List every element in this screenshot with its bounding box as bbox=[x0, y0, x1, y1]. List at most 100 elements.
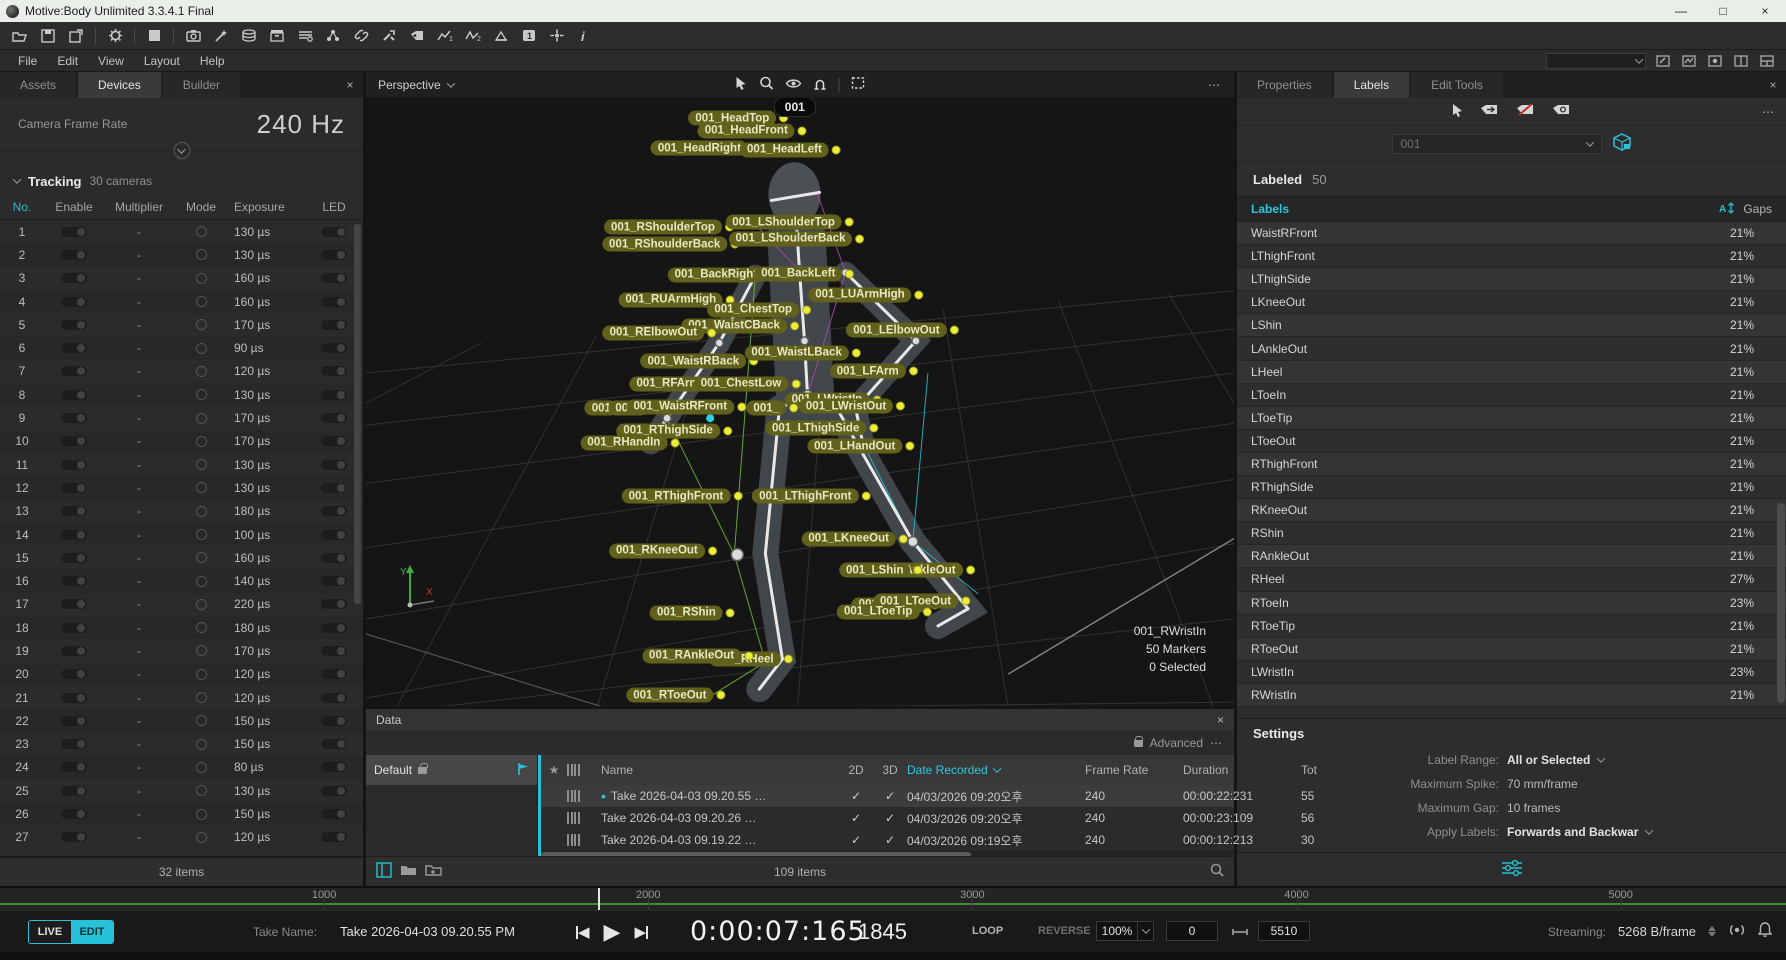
marker-dot-icon[interactable] bbox=[950, 326, 959, 335]
marker-dot-icon[interactable] bbox=[966, 566, 975, 575]
camera-row[interactable]: 26-150 µs bbox=[0, 802, 363, 825]
edit-layout-icon[interactable] bbox=[1654, 53, 1672, 69]
camera-row[interactable]: 6-90 µs bbox=[0, 336, 363, 359]
label-row[interactable]: LToeIn21% bbox=[1237, 384, 1786, 407]
marker-dot-icon[interactable] bbox=[737, 402, 746, 411]
marker-dot-icon[interactable] bbox=[845, 218, 854, 227]
camera-row[interactable]: 15-160 µs bbox=[0, 546, 363, 569]
mode-icon[interactable] bbox=[196, 715, 207, 726]
visibility-eye-icon[interactable] bbox=[786, 78, 802, 92]
led-toggle[interactable] bbox=[321, 343, 347, 353]
camera-row[interactable]: 4-160 µs bbox=[0, 290, 363, 313]
marker-dot-icon[interactable] bbox=[896, 402, 905, 411]
enable-toggle[interactable] bbox=[61, 786, 87, 796]
maximize-button[interactable]: □ bbox=[1702, 0, 1744, 22]
label-settings-sliders-icon[interactable] bbox=[1501, 860, 1523, 879]
led-toggle[interactable] bbox=[321, 366, 347, 376]
enable-toggle[interactable] bbox=[61, 832, 87, 842]
col-name[interactable]: Name bbox=[601, 763, 839, 777]
enable-toggle[interactable] bbox=[61, 623, 87, 633]
data-menu-icon[interactable]: ⋯ bbox=[1210, 736, 1222, 750]
col-total[interactable]: Tot bbox=[1301, 763, 1317, 777]
marker-dot-icon[interactable] bbox=[852, 348, 861, 357]
led-toggle[interactable] bbox=[321, 693, 347, 703]
enable-toggle[interactable] bbox=[61, 227, 87, 237]
tab-devices[interactable]: Devices bbox=[78, 72, 161, 98]
mode-icon[interactable] bbox=[196, 273, 207, 284]
split-rows-icon[interactable] bbox=[1758, 53, 1776, 69]
minimize-button[interactable]: — bbox=[1660, 0, 1702, 22]
folder-icon[interactable] bbox=[400, 863, 417, 880]
mode-icon[interactable] bbox=[196, 599, 207, 610]
enable-toggle[interactable] bbox=[61, 297, 87, 307]
label-row[interactable]: RThighFront21% bbox=[1237, 453, 1786, 476]
previous-frame-button[interactable]: ◀ bbox=[576, 923, 590, 941]
led-toggle[interactable] bbox=[321, 553, 347, 563]
marker-label[interactable]: 001_ChestTop bbox=[707, 302, 811, 317]
marker-label[interactable]: 001_RHandIn bbox=[580, 435, 679, 450]
marker-dot-icon[interactable] bbox=[922, 607, 931, 616]
link-icon[interactable] bbox=[349, 26, 373, 46]
advanced-toggle[interactable]: Advanced bbox=[1150, 736, 1203, 750]
led-toggle[interactable] bbox=[321, 623, 347, 633]
measure-icon[interactable] bbox=[489, 26, 513, 46]
marker-dot-icon[interactable] bbox=[789, 404, 798, 413]
marker-label[interactable]: 001_BackLeft bbox=[754, 266, 854, 281]
marker-dot-icon[interactable] bbox=[784, 655, 793, 664]
enable-toggle[interactable] bbox=[61, 599, 87, 609]
enable-toggle[interactable] bbox=[61, 693, 87, 703]
mode-icon[interactable] bbox=[196, 343, 207, 354]
enable-toggle[interactable] bbox=[61, 273, 87, 283]
marker-label[interactable]: 001_LElbowOut bbox=[846, 323, 958, 338]
menu-item-edit[interactable]: Edit bbox=[47, 54, 88, 68]
take-name-value[interactable]: Take 2026-04-03 09.20.55 PM bbox=[340, 924, 515, 939]
camera-row[interactable]: 20-120 µs bbox=[0, 663, 363, 686]
tab-labels[interactable]: Labels bbox=[1334, 72, 1409, 98]
enable-toggle[interactable] bbox=[61, 669, 87, 679]
marker-label[interactable]: 001_LThighSide bbox=[765, 421, 878, 436]
enable-toggle[interactable] bbox=[61, 460, 87, 470]
mode-icon[interactable] bbox=[196, 645, 207, 656]
marker-dot-icon[interactable] bbox=[909, 367, 918, 376]
marker-dot-icon[interactable] bbox=[915, 290, 924, 299]
marker-dot-icon[interactable] bbox=[744, 651, 753, 660]
menu-item-view[interactable]: View bbox=[88, 54, 134, 68]
marker-dot-icon[interactable] bbox=[913, 566, 922, 575]
mode-icon[interactable] bbox=[196, 529, 207, 540]
marker-dot-icon[interactable] bbox=[733, 492, 742, 501]
label-row[interactable]: LAnkleOut21% bbox=[1237, 337, 1786, 360]
marker-dot-icon[interactable] bbox=[798, 126, 807, 135]
marker-dot-icon[interactable] bbox=[802, 305, 811, 314]
col-frame-rate[interactable]: Frame Rate bbox=[1085, 763, 1183, 777]
marker-dot-icon[interactable] bbox=[845, 269, 854, 278]
marker-label[interactable]: 001_LKneeOut bbox=[801, 531, 908, 546]
marker-label[interactable]: 001_LToeTip bbox=[837, 604, 931, 619]
mode-icon[interactable] bbox=[196, 762, 207, 773]
label-row[interactable]: RWristIn21% bbox=[1237, 684, 1786, 707]
led-toggle[interactable] bbox=[321, 669, 347, 679]
marker-label[interactable]: 001_HeadLeft bbox=[740, 142, 841, 157]
marquee-select-icon[interactable] bbox=[852, 77, 865, 92]
select-cursor-icon[interactable] bbox=[736, 76, 748, 93]
enable-toggle[interactable] bbox=[61, 762, 87, 772]
label-row[interactable]: LWristIn23% bbox=[1237, 661, 1786, 684]
led-toggle[interactable] bbox=[321, 436, 347, 446]
tab-assets[interactable]: Assets bbox=[0, 72, 76, 98]
labels-menu-icon[interactable]: ⋯ bbox=[1762, 105, 1774, 119]
camera-row[interactable]: 17-220 µs bbox=[0, 593, 363, 616]
quick-label-tag-icon[interactable] bbox=[1480, 104, 1500, 120]
data-panel-close-icon[interactable]: × bbox=[1217, 713, 1224, 727]
led-toggle[interactable] bbox=[321, 483, 347, 493]
enable-toggle[interactable] bbox=[61, 366, 87, 376]
mode-icon[interactable] bbox=[196, 692, 207, 703]
label-row[interactable]: LShin21% bbox=[1237, 314, 1786, 337]
marker-label[interactable]: 001_ChestLow bbox=[694, 376, 801, 391]
label-settings-tag-icon[interactable] bbox=[1552, 104, 1572, 120]
marker-label[interactable]: 001_RElbowOut bbox=[603, 325, 717, 340]
graph-pane-icon[interactable] bbox=[1680, 53, 1698, 69]
tab-builder[interactable]: Builder bbox=[163, 72, 240, 98]
label-row[interactable]: RThighSide21% bbox=[1237, 476, 1786, 499]
led-toggle[interactable] bbox=[321, 390, 347, 400]
expand-chevron-icon[interactable] bbox=[173, 142, 190, 159]
col-exposure[interactable]: Exposure bbox=[228, 200, 306, 214]
